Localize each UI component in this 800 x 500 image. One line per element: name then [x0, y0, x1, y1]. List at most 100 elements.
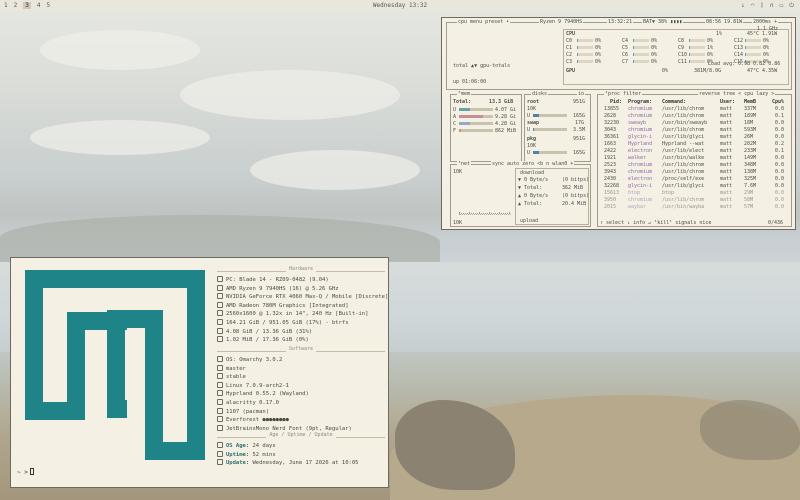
process-command: /proc/self/exe [662, 176, 705, 182]
info-value: OS: Omarchy 3.0.2 [226, 357, 283, 363]
net-box: ³net sync auto zero <b n wlan0 + 10K 10K… [450, 161, 591, 227]
process-row[interactable]: 15613 btop btop matt 29M 0.0 [600, 190, 790, 196]
disks-io-toggle[interactable]: io [577, 91, 586, 98]
info-key: Update: [226, 460, 253, 467]
col-user[interactable]: User: [720, 99, 735, 105]
cpu-temp: 45°C 1.91W [747, 31, 778, 37]
clock-icon [217, 450, 223, 457]
process-command: /usr/lib/chrom [662, 127, 705, 133]
process-row[interactable]: 3950 chromium/usr/lib/chrom matt 58M 0.0 [600, 197, 790, 203]
process-mem: 337M [744, 106, 757, 112]
disks-title[interactable]: disks [531, 91, 549, 98]
process-row[interactable]: 13855 chromium/usr/lib/chrom matt 337M 0.0 [600, 106, 790, 112]
pkg-label: pkg [527, 136, 537, 142]
core-pct: 1% [707, 45, 714, 51]
info-value: 1.02 MiB / 17.36 GiB (0%) [226, 337, 309, 344]
process-cpu: 0.1 [775, 148, 785, 154]
core-name: C0 [566, 38, 573, 44]
mem-bar [459, 122, 493, 125]
refresh-rate[interactable]: 2000ms + [752, 19, 779, 26]
net-title[interactable]: ³net [457, 161, 472, 168]
process-row[interactable]: 2430 electron/proc/self/exe matt 325M 0.0 [600, 176, 790, 182]
col-command[interactable]: Command: [662, 99, 686, 105]
mem-row-value: 9.28 Gi [495, 114, 517, 120]
process-mem: 58M [744, 197, 754, 203]
info-key: Uptime: [226, 451, 253, 458]
process-command: /usr/lib/chrom [662, 106, 705, 112]
mem-total: 13.3 GiB [489, 99, 514, 105]
info-row: alacritty 0.17.0 [217, 399, 279, 407]
proc-options[interactable]: reverse tree < cpu lazy > [698, 91, 776, 98]
download-icon[interactable]: ↓ [741, 2, 745, 10]
swap-usage-bar [533, 128, 567, 131]
headphones-icon[interactable]: ∩ [770, 2, 774, 10]
process-row[interactable]: 2422 electron/usr/lib/elect matt 233M 0.1 [600, 148, 790, 154]
info-row: Update: Wednesday, June 17 2026 at 10:05 [217, 459, 358, 467]
pkg-u-label: U [527, 150, 531, 156]
process-row[interactable]: 36361 glycin-i/usr/lib/glyci matt 26M 0.0 [600, 134, 790, 140]
net-tabs[interactable]: sync auto zero <b n wlan0 + [491, 161, 575, 168]
col-pid[interactable]: Pid: [610, 99, 622, 105]
proc-title[interactable]: ⁴proc filter [604, 91, 643, 98]
cpu-tabs[interactable]: cpu menu preset • [457, 19, 511, 26]
process-program: glycin-i [628, 183, 653, 189]
battery-icon[interactable]: ▭ [780, 2, 784, 10]
wifi-icon[interactable]: ◠ [751, 2, 755, 10]
col-mem[interactable]: MemB [744, 99, 756, 105]
proc-footer: ↑ select ↓ info ↵ ¹kill¹ signals nice 0/… [600, 220, 790, 226]
info-row: OS: Omarchy 3.0.2 [217, 356, 282, 364]
info-value: alacritty 0.17.0 [226, 400, 279, 406]
btop-window[interactable]: cpu menu preset • Ryzen 9 7940HS 13:32:2… [441, 17, 796, 230]
core-pct: 0% [651, 52, 658, 58]
process-user: matt [720, 155, 733, 161]
process-row[interactable]: 3043 chromium/usr/lib/chrom matt 593M 0.0 [600, 127, 790, 133]
font-icon [217, 424, 223, 431]
info-value: JetBrainsMono Nerd Font (9pt, Regular) [226, 425, 352, 432]
mem-row-label: C [453, 121, 457, 127]
net-row-value: 20.4 MiB [562, 201, 587, 207]
process-command: /usr/lib/glyci [662, 183, 705, 189]
process-cpu: 0.0 [775, 106, 785, 112]
cpu-graph-label[interactable]: total ▲▼ gpu-totals [453, 63, 510, 69]
info-value: Hyprland 0.55.2 (Wayland) [226, 391, 309, 398]
col-cpu[interactable]: Cpu% [772, 99, 784, 105]
pkg-size: 951G [573, 136, 586, 142]
info-row: Linux 7.0.9-arch2-1 [217, 381, 289, 390]
process-row[interactable]: 2523 chromium/usr/lib/chrom matt 348M 0.0 [600, 162, 790, 168]
channel-icon [217, 373, 223, 380]
process-row[interactable]: 1663 Hyprland Hyprland --wat matt 202M 0.2 [600, 141, 790, 147]
uptime: up 01:06:00 [453, 79, 487, 85]
net-row-value: (0 bitps) [562, 177, 590, 183]
process-mem: 593M [744, 127, 757, 133]
process-row[interactable]: 32230 sweayb/usr/bin/sweayb matt 18M 0.0 [600, 120, 790, 126]
col-program[interactable]: Program: [628, 99, 652, 105]
info-row: NVIDIA GeForce RTX 4060 Max-Q / Mobile [… [217, 293, 388, 301]
shell-prompt[interactable]: ~ > [17, 468, 34, 476]
core-name: C1 [566, 45, 573, 51]
logo-segment [187, 270, 205, 460]
process-mem: 233M [744, 148, 757, 154]
process-program: chromium [628, 169, 653, 175]
proc-footer-keys[interactable]: ↑ select ↓ info ↵ ¹kill¹ signals nice [600, 220, 711, 226]
process-row[interactable]: 3943 chromium/usr/lib/chrom matt 138M 0.0 [600, 169, 790, 175]
process-cpu: 0.0 [775, 190, 785, 196]
process-user: matt [720, 113, 733, 119]
process-row[interactable]: 32268 glycin-i/usr/lib/glyci matt 7.6M 0.0 [600, 183, 790, 189]
process-program: chromium [628, 162, 653, 168]
terminal-window[interactable]: Hardware PC: Blade 14 - RZ09-0482 (9.04)… [10, 257, 389, 488]
process-row[interactable]: 1921 walker/usr/bin/walke matt 149M 0.0 [600, 155, 790, 161]
power-icon[interactable]: ⏻ [789, 2, 794, 10]
process-row[interactable]: 2628 chromium/usr/lib/chrom matt 189M 0.1 [600, 113, 790, 119]
process-row[interactable]: 2015 waybar/usr/bin/wayba matt 57M 0.0 [600, 204, 790, 210]
bluetooth-icon[interactable]: ᛒ [760, 2, 764, 10]
info-row: Everforest ●●●●●●●● [217, 416, 289, 424]
process-pid: 2422 [604, 148, 617, 154]
core-name: C4 [622, 38, 629, 44]
cpu-label: CPU [566, 31, 576, 37]
bar-clock[interactable]: Wednesday 13:32 [0, 2, 800, 9]
info-row: 1107 (pacman) [217, 407, 269, 416]
mem-title[interactable]: ²mem [457, 91, 472, 98]
process-pid: 3943 [604, 169, 617, 175]
process-command: /usr/bin/walke [662, 155, 705, 161]
process-program: chromium [628, 197, 653, 203]
